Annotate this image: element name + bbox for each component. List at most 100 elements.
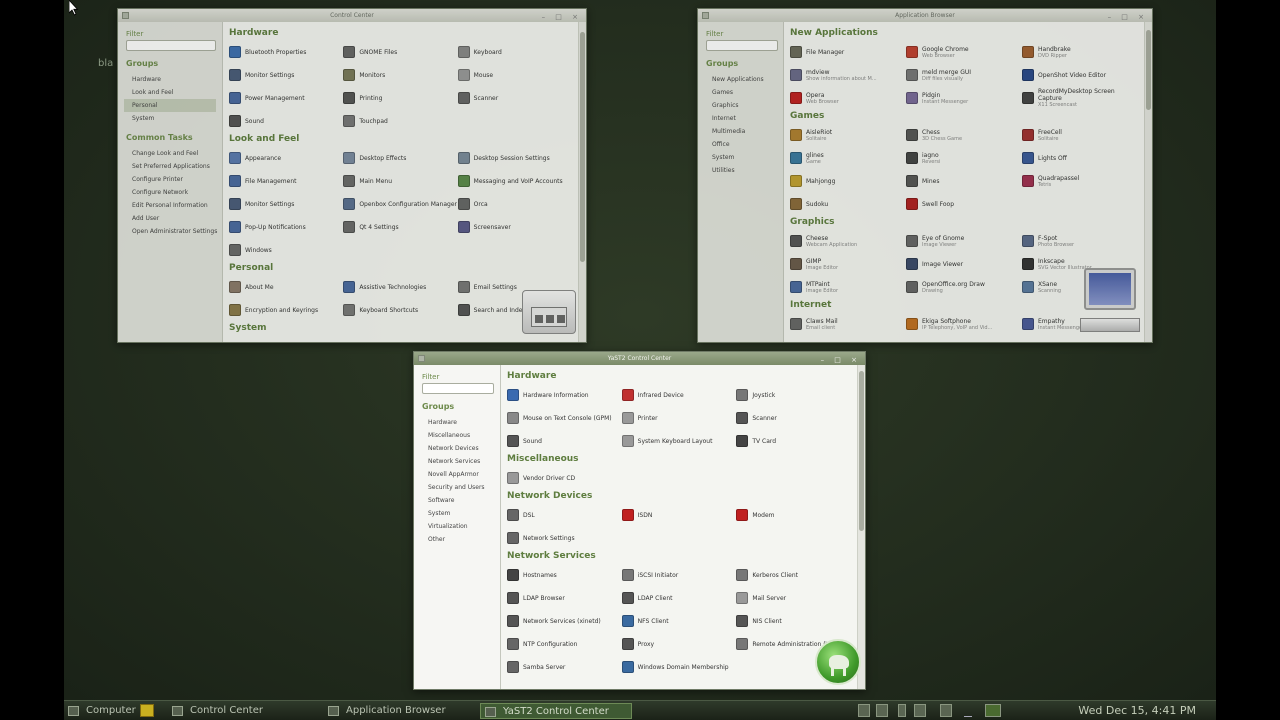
xinetd-launcher[interactable]: Network Services (xinetd) [507,611,622,631]
keyboard-launcher[interactable]: Keyboard [457,42,572,62]
keyring-launcher[interactable]: Encryption and Keyrings [229,300,343,320]
mtpaint-launcher[interactable]: MTPaint Image Editor [790,277,906,297]
eog-launcher[interactable]: Eye of Gnome Image Viewer [906,231,1022,251]
sidebar-item-system[interactable]: System [124,112,216,125]
sidebar-item-utilities[interactable]: Utilities [704,164,777,177]
chess-launcher[interactable]: Chess 3D Chess Game [906,125,1022,145]
file-mgmt-launcher[interactable]: File Management [229,171,343,191]
task-item-configure-network[interactable]: Configure Network [124,186,216,199]
lightsoff-launcher[interactable]: Lights Off [1022,148,1138,168]
application-browser-titlebar[interactable]: Application Browser – □ × [698,9,1152,22]
windows-launcher[interactable]: Windows [229,240,343,260]
isdn-launcher[interactable]: ISDN [621,505,737,525]
modem-launcher[interactable]: Modem [736,505,851,525]
sidebar-item-graphics[interactable]: Graphics [704,99,777,112]
iscsi-launcher[interactable]: iSCSI Initiator [621,565,737,585]
yast2-titlebar[interactable]: YaST2 Control Center – □ × [414,352,865,365]
cheese-launcher[interactable]: Cheese Webcam Application [790,231,906,251]
mouse-launcher[interactable]: Mouse [457,65,572,85]
info-launcher[interactable]: Hardware Information [507,385,622,405]
infrared-launcher[interactable]: Infrared Device [621,385,737,405]
kerberos-launcher[interactable]: Kerberos Client [736,565,851,585]
claws-launcher[interactable]: Claws Mail Email client [790,314,906,334]
window-menu-icon[interactable] [418,355,425,362]
swellfoop-launcher[interactable]: Swell Foop [906,194,1022,214]
qt-launcher[interactable]: Qt 4 Settings [343,217,457,237]
keyboard-launcher[interactable]: System Keyboard Layout [621,431,737,451]
scanner-launcher[interactable]: Scanner [736,408,851,428]
fspot-launcher[interactable]: F-Spot Photo Browser [1022,231,1138,251]
iagno-launcher[interactable]: iagno Reversi [906,148,1022,168]
tray-volume-icon[interactable] [898,704,906,717]
task-item-add-user[interactable]: Add User [124,212,216,225]
sidebar-item-virtualization[interactable]: Virtualization [420,520,494,533]
effects-launcher[interactable]: Desktop Effects [343,148,457,168]
task-item-set-preferred-applications[interactable]: Set Preferred Applications [124,160,216,173]
about-me-launcher[interactable]: About Me [229,277,343,297]
nis-client-launcher[interactable]: NIS Client [736,611,851,631]
assistive-launcher[interactable]: Assistive Technologies [343,277,457,297]
notify-launcher[interactable]: Pop-Up Notifications [229,217,343,237]
recorder-launcher[interactable]: RecordMyDesktop Screen Capture X11 Screen… [1022,88,1138,108]
screensaver-launcher[interactable]: Screensaver [457,217,572,237]
files-launcher[interactable]: GNOME Files [343,42,457,62]
window-menu-icon[interactable] [122,12,129,19]
session-launcher[interactable]: Desktop Session Settings [457,148,572,168]
sidebar-item-system[interactable]: System [420,507,494,520]
ldap-client-launcher[interactable]: LDAP Client [621,588,737,608]
chrome-launcher[interactable]: Google Chrome Web Browser [906,42,1022,62]
task-item-configure-printer[interactable]: Configure Printer [124,173,216,186]
oodraw-launcher[interactable]: OpenOffice.org Draw Drawing [906,277,1022,297]
sidebar-item-network-services[interactable]: Network Services [420,455,494,468]
ntp-launcher[interactable]: NTP Configuration [507,634,622,654]
tray-workspace-icon[interactable] [985,704,1001,717]
monitor-launcher[interactable]: Monitor Settings [229,65,343,85]
filter-input[interactable] [422,383,494,394]
samba-launcher[interactable]: Samba Server [507,657,622,677]
task-item-edit-personal-information[interactable]: Edit Personal Information [124,199,216,212]
tv-launcher[interactable]: TV Card [736,431,851,451]
scrollbar-thumb[interactable] [580,32,585,262]
pidgin-launcher[interactable]: Pidgin Instant Messenger [906,88,1022,108]
sidebar-item-hardware[interactable]: Hardware [124,73,216,86]
freecell-launcher[interactable]: FreeCell Solitaire [1022,125,1138,145]
ldap-browser-launcher[interactable]: LDAP Browser [507,588,622,608]
sidebar-item-games[interactable]: Games [704,86,777,99]
task-item-open-administrator-settings[interactable]: Open Administrator Settings [124,225,217,238]
aisleriot-launcher[interactable]: AisleRiot Solitaire [790,125,906,145]
scrollbar-thumb[interactable] [859,371,864,531]
taskbar-application-browser[interactable]: Application Browser [324,703,474,719]
ab-scrollbar[interactable] [1144,22,1152,342]
monitor-launcher[interactable]: Monitor Settings [229,194,343,214]
proxy-launcher[interactable]: Proxy [621,634,737,654]
sidebar-item-software[interactable]: Software [420,494,494,507]
shortcuts-launcher[interactable]: Keyboard Shortcuts [343,300,457,320]
touchpad-launcher[interactable]: Touchpad [343,111,457,131]
sidebar-item-miscellaneous[interactable]: Miscellaneous [420,429,494,442]
ekiga-launcher[interactable]: Ekiga Softphone IP Telephony, VoIP and Vi… [906,314,1022,334]
sudoku-launcher[interactable]: Sudoku [790,194,906,214]
cc-scrollbar[interactable] [578,22,586,342]
joystick-launcher[interactable]: Joystick [736,385,851,405]
sidebar-item-system[interactable]: System [704,151,777,164]
scrollbar-thumb[interactable] [1146,30,1151,110]
mines-launcher[interactable]: Mines [906,171,1022,191]
tray-display-icon[interactable] [876,704,888,717]
tray-updates-icon[interactable] [940,704,952,717]
sidebar-item-novell-apparmor[interactable]: Novell AppArmor [420,468,494,481]
nfs-client-launcher[interactable]: NFS Client [621,611,737,631]
gimp-launcher[interactable]: GIMP Image Editor [790,254,906,274]
scanner-launcher[interactable]: Scanner [457,88,572,108]
openshot-launcher[interactable]: OpenShot Video Editor [1022,65,1138,85]
dsl-launcher[interactable]: DSL [507,505,622,525]
sound-launcher[interactable]: Sound [507,431,622,451]
bluetooth-launcher[interactable]: Bluetooth Properties [229,42,343,62]
appearance-launcher[interactable]: Appearance [229,148,343,168]
openbox-launcher[interactable]: Openbox Configuration Manager [343,194,457,214]
control-center-titlebar[interactable]: Control Center – □ × [118,9,586,22]
monitors-launcher[interactable]: Monitors [343,65,457,85]
sidebar-item-multimedia[interactable]: Multimedia [704,125,777,138]
mouse-launcher[interactable]: Mouse on Text Console (GPM) [507,408,622,428]
printer-launcher[interactable]: Printer [621,408,737,428]
handbrake-launcher[interactable]: Handbrake DVD Ripper [1022,42,1138,62]
